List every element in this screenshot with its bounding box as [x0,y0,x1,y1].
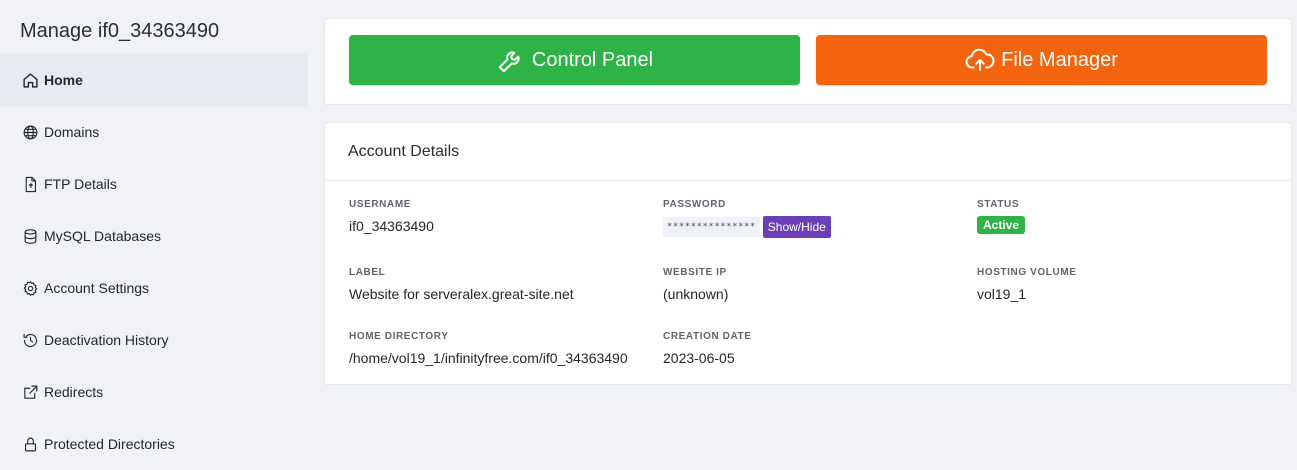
label-label: LABEL [349,267,386,278]
sidebar-nav: Home Domains FTP Details MySQL Databases… [0,54,308,470]
account-details-card: Account Details USERNAME if0_34363490 PA… [324,122,1292,385]
sidebar-item-label: Protected Directories [44,436,175,452]
sidebar-item-label: Deactivation History [44,332,169,348]
status-badge: Active [977,216,1026,234]
file-upload-icon [21,175,39,193]
sidebar-item-redirects[interactable]: Redirects [0,366,308,418]
sidebar: Manage if0_34363490 Home Domains FTP Det… [0,0,308,452]
username-label: USERNAME [349,199,412,210]
history-icon [21,331,39,349]
password-label: PASSWORD [663,199,726,210]
sidebar-item-home[interactable]: Home [0,54,308,106]
label-value: Website for serveralex.great-site.net [349,286,574,302]
hosting-volume-label: HOSTING VOLUME [977,267,1077,278]
username-value: if0_34363490 [349,218,434,234]
gear-icon [21,279,39,297]
username-field: USERNAME if0_34363490 [349,199,434,234]
label-field: LABEL Website for serveralex.great-site.… [349,267,574,302]
status-field: STATUS Active [977,199,1026,234]
password-mask: *************** [663,217,760,237]
sidebar-item-ftp-details[interactable]: FTP Details [0,158,308,210]
creation-date-field: CREATION DATE 2023-06-05 [663,331,752,366]
external-link-icon [21,383,39,401]
hosting-volume-value: vol19_1 [977,286,1027,302]
sidebar-item-label: MySQL Databases [44,228,161,244]
wrench-icon [498,51,520,73]
sidebar-item-label: Home [44,72,83,88]
home-directory-label: HOME DIRECTORY [349,331,449,342]
sidebar-item-mysql-databases[interactable]: MySQL Databases [0,210,308,262]
sidebar-item-account-settings[interactable]: Account Settings [0,262,308,314]
control-panel-label: Control Panel [531,48,654,71]
control-panel-button[interactable]: Control Panel [349,35,800,85]
password-field: PASSWORD *************** Show/Hide [663,199,831,238]
sidebar-item-deactivation-history[interactable]: Deactivation History [0,314,308,366]
database-icon [21,227,39,245]
show-hide-password-button[interactable]: Show/Hide [762,216,831,238]
creation-date-value: 2023-06-05 [663,350,735,366]
sidebar-item-label: FTP Details [44,176,117,192]
sidebar-item-label: Redirects [44,384,104,400]
creation-date-label: CREATION DATE [663,331,752,342]
website-ip-field: WEBSITE IP (unknown) [663,267,728,302]
file-manager-button[interactable]: File Manager [816,35,1267,85]
home-directory-field: HOME DIRECTORY /home/vol19_1/infinityfre… [349,331,628,366]
sidebar-item-domains[interactable]: Domains [0,106,308,158]
file-manager-label: File Manager [1001,48,1118,71]
actions-card: Control Panel File Manager [324,18,1292,105]
account-details-title: Account Details [325,123,1291,181]
lock-icon [21,435,39,453]
sidebar-item-label: Domains [44,124,100,140]
sidebar-item-protected-directories[interactable]: Protected Directories [0,418,308,470]
website-ip-label: WEBSITE IP [663,267,727,278]
home-icon [21,71,39,89]
cloud-upload-icon [965,48,995,71]
website-ip-value: (unknown) [663,286,729,302]
status-label: STATUS [977,199,1020,210]
hosting-volume-field: HOSTING VOLUME vol19_1 [977,267,1077,302]
home-directory-value: /home/vol19_1/infinityfree.com/if0_34363… [349,350,628,366]
globe-icon [21,123,39,141]
sidebar-title: Manage if0_34363490 [20,20,220,42]
sidebar-item-label: Account Settings [44,280,150,296]
